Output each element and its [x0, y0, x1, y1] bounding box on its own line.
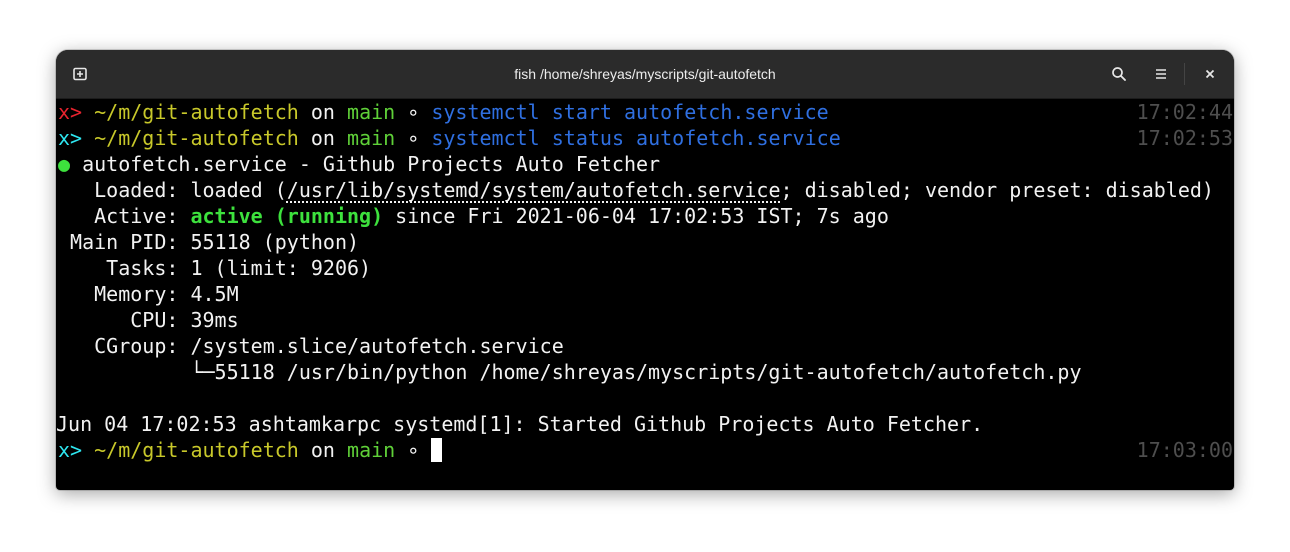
active-state: active (running) — [190, 204, 384, 228]
timestamp: 17:02:53 — [1136, 126, 1233, 150]
prompt-ring: ∘ — [407, 438, 420, 462]
status-value: 1 (limit: 9206) — [190, 256, 372, 280]
prompt-ring: ∘ — [407, 126, 420, 150]
prompt-path: ~/m/git-autofetch — [94, 438, 299, 462]
unit-file-path[interactable]: /usr/lib/systemd/system/autofetch.servic… — [287, 178, 781, 202]
status-label: Memory: — [94, 282, 179, 306]
prompt-path: ~/m/git-autofetch — [94, 100, 299, 124]
status-dot-icon: ● — [58, 152, 71, 176]
tree-connector: └─ — [190, 360, 215, 384]
prompt-arrow-error: x> — [58, 100, 83, 124]
status-value: 39ms — [190, 308, 239, 332]
prompt-arrow-ok: x> — [58, 126, 83, 150]
terminal-output[interactable]: x> ~/m/git-autofetch on main ∘ systemctl… — [56, 98, 1234, 490]
hamburger-menu-icon — [1156, 69, 1166, 79]
active-since: since Fri 2021-06-04 17:02:53 IST; 7s ag… — [395, 204, 889, 228]
status-label: CGroup: — [94, 334, 179, 358]
current-prompt: x> ~/m/git-autofetch on main ∘ — [58, 437, 443, 463]
command-program: systemctl — [431, 126, 540, 150]
status-value: 4.5M — [190, 282, 239, 306]
prompt-branch: main — [347, 438, 396, 462]
status-label: Tasks: — [106, 256, 179, 280]
loaded-suffix: ; disabled; vendor preset: disabled) — [780, 178, 1214, 202]
status-memory: Memory: 4.5M — [58, 281, 239, 307]
terminal-window: fish /home/shreyas/myscripts/git-autofet… — [56, 50, 1234, 490]
status-label: Main PID: — [70, 230, 179, 254]
status-label: CPU: — [130, 308, 179, 332]
menu-button[interactable] — [1148, 62, 1174, 86]
timestamp: 17:03:00 — [1136, 438, 1233, 462]
status-header: ● autofetch.service - Github Projects Au… — [58, 151, 660, 177]
titlebar-separator — [1184, 63, 1185, 85]
search-button[interactable] — [1106, 62, 1132, 86]
status-tasks: Tasks: 1 (limit: 9206) — [58, 255, 371, 281]
title-bar: fish /home/shreyas/myscripts/git-autofet… — [56, 50, 1234, 99]
text-cursor[interactable] — [431, 438, 443, 462]
timestamp: 17:02:44 — [1136, 100, 1233, 124]
prompt-branch: main — [347, 100, 396, 124]
process-command: 55118 /usr/bin/python /home/shreyas/mysc… — [214, 360, 1082, 384]
prompt-on: on — [310, 438, 335, 462]
status-cpu: CPU: 39ms — [58, 307, 239, 333]
prompt-on: on — [310, 126, 335, 150]
search-icon — [1112, 67, 1126, 81]
status-active: Active: active (running) since Fri 2021-… — [58, 203, 889, 229]
loaded-prefix: loaded ( — [190, 178, 287, 202]
prompt-ring: ∘ — [407, 100, 420, 124]
window-title: fish /home/shreyas/myscripts/git-autofet… — [514, 66, 776, 82]
close-icon — [1205, 69, 1215, 79]
command-line-2: x> ~/m/git-autofetch on main ∘ systemctl… — [58, 125, 841, 151]
status-label: Active: — [94, 204, 179, 228]
prompt-branch: main — [347, 126, 396, 150]
status-header-text: autofetch.service - Github Projects Auto… — [82, 152, 661, 176]
cgroup-process: └─55118 /usr/bin/python /home/shreyas/my… — [58, 359, 1082, 385]
status-loaded: Loaded: loaded (/usr/lib/systemd/system/… — [58, 177, 1214, 203]
status-label: Loaded: — [94, 178, 179, 202]
prompt-arrow-ok: x> — [58, 438, 83, 462]
prompt-on: on — [310, 100, 335, 124]
journal-log-line: Jun 04 17:02:53 ashtamkarpc systemd[1]: … — [56, 412, 984, 436]
command-program: systemctl — [431, 100, 540, 124]
prompt-path: ~/m/git-autofetch — [94, 126, 299, 150]
command-args: status autofetch.service — [551, 126, 841, 150]
status-main-pid: Main PID: 55118 (python) — [58, 229, 359, 255]
status-value: /system.slice/autofetch.service — [190, 334, 564, 358]
command-args: start autofetch.service — [551, 100, 829, 124]
status-value: 55118 (python) — [190, 230, 360, 254]
status-cgroup: CGroup: /system.slice/autofetch.service — [58, 333, 564, 359]
close-button[interactable] — [1197, 62, 1223, 86]
command-line-1: x> ~/m/git-autofetch on main ∘ systemctl… — [58, 99, 829, 125]
